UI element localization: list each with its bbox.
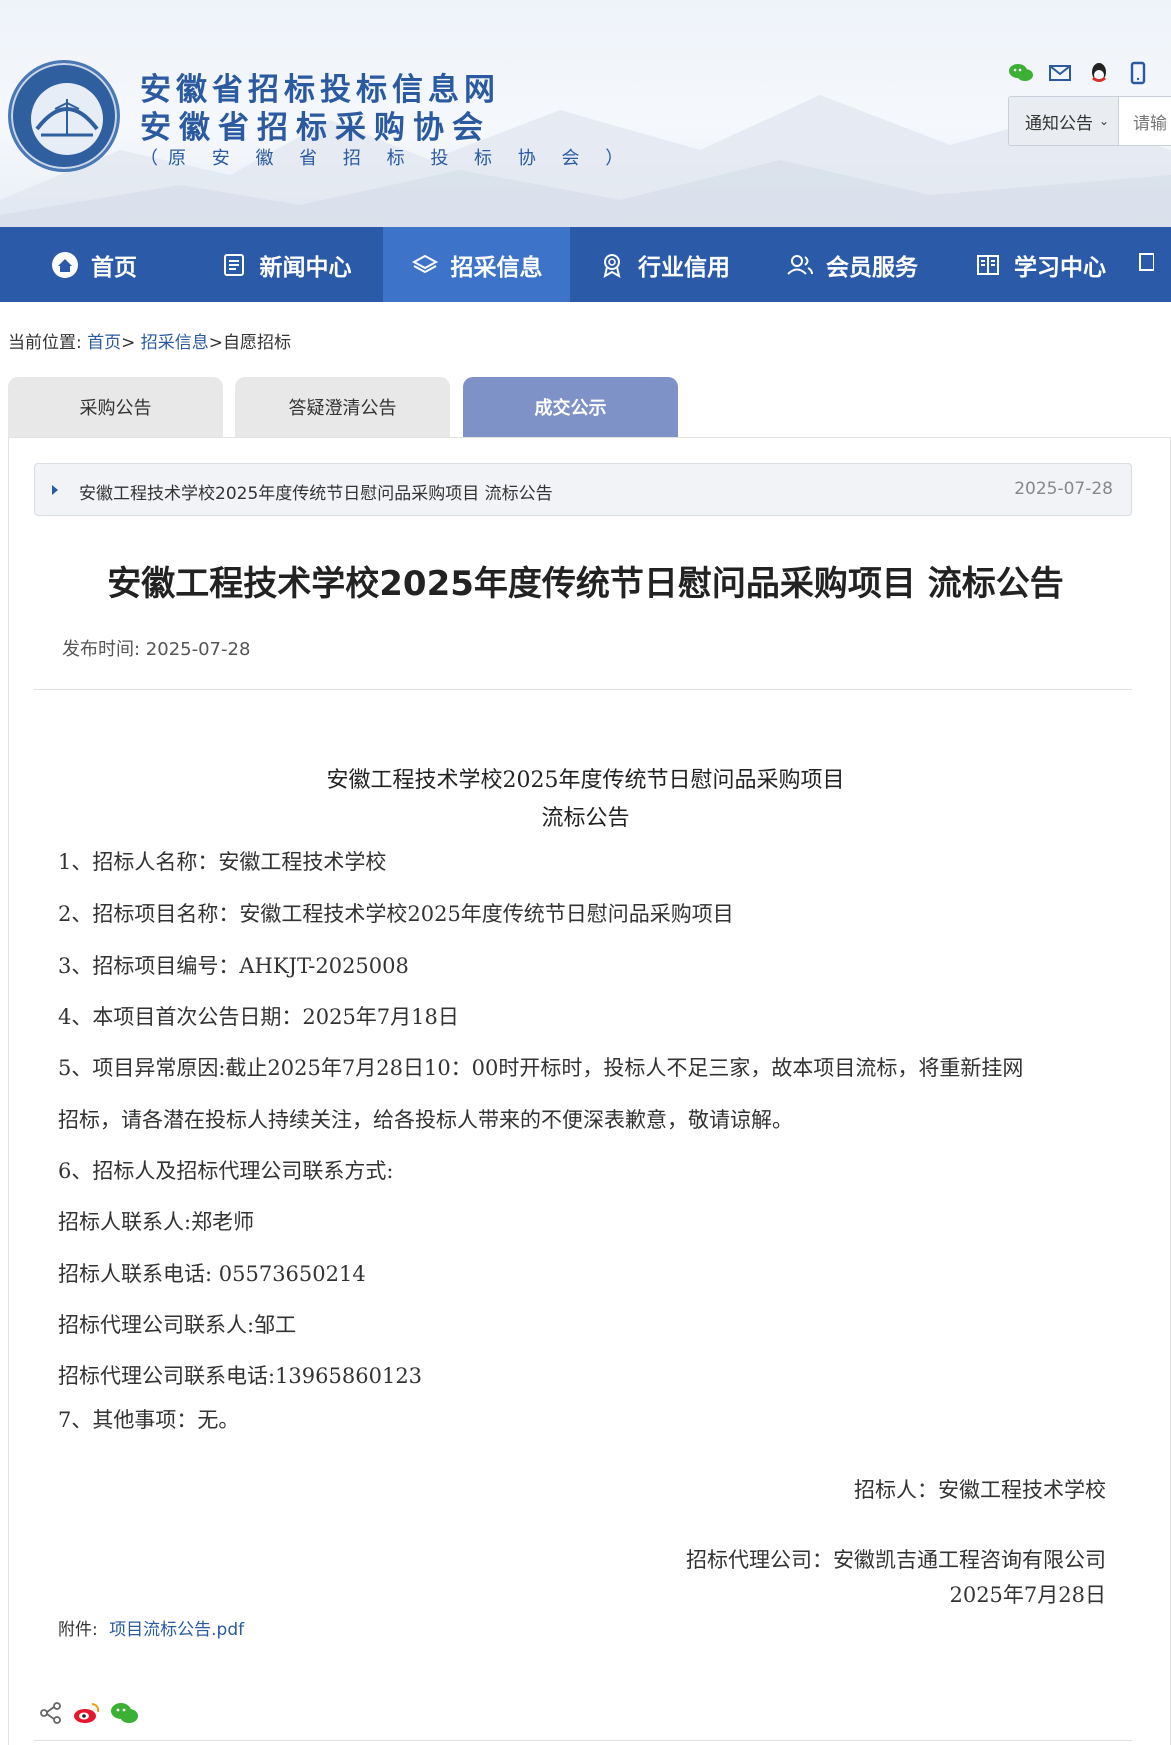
breadcrumb: 当前位置: 首页> 招采信息>自愿招标 [8, 328, 291, 353]
nav-label: 新闻中心 [259, 254, 352, 281]
layers-icon [411, 251, 439, 279]
book-icon [974, 251, 1002, 279]
wechat-icon[interactable] [1008, 60, 1034, 86]
body-line: 6、招标人及招标代理公司联系方式: [58, 1159, 394, 1183]
body-line: 招标人联系电话: 05573650214 [58, 1262, 366, 1286]
logo-emblem-icon [31, 83, 103, 155]
list-item[interactable]: 安徽工程技术学校2025年度传统节日慰问品采购项目 流标公告 2025-07-2… [34, 463, 1132, 516]
nav-label: 学习中心 [1014, 254, 1106, 281]
signature-agency: 招标代理公司：安徽凯吉通工程咨询有限公司 [686, 1548, 1106, 1572]
breadcrumb-section-link[interactable]: 招采信息 [141, 333, 209, 353]
breadcrumb-separator: > [121, 333, 136, 353]
breadcrumb-home-link[interactable]: 首页 [87, 333, 121, 353]
breadcrumb-separator: > [208, 333, 224, 353]
members-icon [786, 251, 814, 279]
news-icon [220, 251, 248, 279]
body-line: 招标，请各潜在投标人持续关注，给各投标人带来的不便深表歉意，敬请谅解。 [58, 1108, 793, 1132]
tab-purchase-notice[interactable]: 采购公告 [8, 377, 223, 437]
body-line: 招标人联系人:郑老师 [58, 1210, 255, 1234]
site-search: 通知公告 ⌄ 请输 [1008, 96, 1171, 146]
doc-title-line-1: 安徽工程技术学校2025年度传统节日慰问品采购项目 [326, 768, 845, 793]
nav-label: 会员服务 [826, 254, 918, 281]
tab-label: 采购公告 [79, 398, 152, 419]
chevron-down-icon: ⌄ [1099, 114, 1110, 128]
search-input[interactable]: 请输 [1119, 109, 1167, 134]
site-name-secondary: 安徽省招标采购协会 [140, 110, 491, 146]
doc-title-line-2: 流标公告 [541, 806, 630, 831]
nav-item-members[interactable]: 会员服务 [758, 227, 946, 302]
home-icon [51, 251, 79, 279]
signature-date: 2025年7月28日 [949, 1583, 1106, 1607]
divider [34, 689, 1132, 690]
site-header: 安徽省招标投标信息网 安徽省招标采购协会 （原 安 徽 省 招 标 投 标 协 … [0, 0, 1171, 227]
nav-item-procurement[interactable]: 招采信息 [383, 227, 570, 302]
search-category-select[interactable]: 通知公告 ⌄ [1009, 97, 1119, 145]
nav-item-home[interactable]: 首页 [0, 227, 188, 302]
body-line: 7、其他事项：无。 [58, 1408, 240, 1432]
nav-item-news[interactable]: 新闻中心 [188, 227, 383, 302]
body-line: 1、招标人名称：安徽工程技术学校 [58, 850, 387, 874]
body-line: 招标代理公司联系电话:13965860123 [58, 1364, 423, 1388]
tab-clarification-notice[interactable]: 答疑澄清公告 [235, 377, 450, 437]
nav-item-credit[interactable]: 行业信用 [570, 227, 758, 302]
search-category-label: 通知公告 [1025, 113, 1093, 134]
tab-award-notice[interactable]: 成交公示 [463, 377, 678, 437]
weibo-icon[interactable] [72, 1700, 102, 1730]
main-nav: 首页 新闻中心 招采信息 行业信用 会员服务 学习中心 [0, 227, 1171, 302]
badge-icon [598, 251, 626, 279]
signature-tenderer: 招标人：安徽工程技术学校 [854, 1478, 1106, 1502]
body-line: 5、项目异常原因:截止2025年7月28日10：00时开标时，投标人不足三家，故… [58, 1056, 1024, 1080]
site-name-former: （原 安 徽 省 招 标 投 标 协 会 ） [140, 148, 634, 169]
tab-label: 成交公示 [534, 398, 607, 419]
tab-label: 答疑澄清公告 [288, 398, 397, 419]
nav-more-icon [1134, 248, 1155, 282]
wechat-share-icon[interactable] [110, 1700, 140, 1730]
mail-icon[interactable] [1047, 60, 1073, 86]
attachment-label: 附件: [58, 1620, 98, 1640]
nav-label: 招采信息 [450, 254, 543, 281]
list-item-title[interactable]: 安徽工程技术学校2025年度传统节日慰问品采购项目 流标公告 [79, 479, 553, 504]
caret-right-icon [52, 485, 58, 495]
nav-label: 行业信用 [638, 254, 730, 281]
body-line: 4、本项目首次公告日期：2025年7月18日 [58, 1005, 459, 1029]
nav-item-more[interactable] [1134, 227, 1171, 302]
share-bar [38, 1700, 140, 1730]
publish-date: 发布时间: 2025-07-28 [62, 639, 251, 660]
attachment-link[interactable]: 项目流标公告.pdf [109, 1620, 244, 1640]
site-logo[interactable] [8, 60, 120, 172]
breadcrumb-prefix: 当前位置: [8, 333, 82, 353]
attachment: 附件: 项目流标公告.pdf [58, 1615, 244, 1640]
body-line: 招标代理公司联系人:邹工 [58, 1313, 297, 1337]
share-icon[interactable] [38, 1700, 64, 1730]
qq-icon[interactable] [1086, 60, 1112, 86]
nav-item-learning[interactable]: 学习中心 [946, 227, 1134, 302]
body-line: 3、招标项目编号：AHKJT-2025008 [58, 954, 409, 978]
nav-label: 首页 [91, 254, 137, 281]
body-line: 2、招标项目名称：安徽工程技术学校2025年度传统节日慰问品采购项目 [58, 902, 734, 926]
list-item-date: 2025-07-28 [1014, 479, 1113, 499]
mobile-icon[interactable] [1125, 60, 1151, 86]
header-social-icons [1008, 60, 1151, 86]
breadcrumb-current: 自愿招标 [223, 333, 292, 353]
article-title: 安徽工程技术学校2025年度传统节日慰问品采购项目 流标公告 [107, 564, 1064, 604]
divider [34, 1740, 1132, 1741]
